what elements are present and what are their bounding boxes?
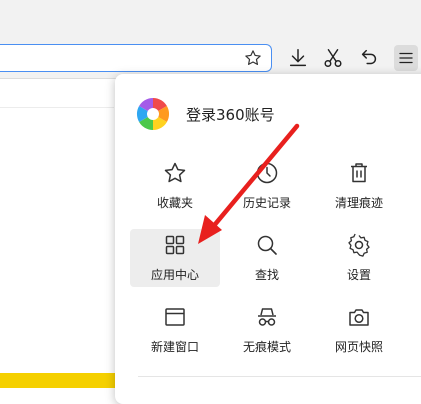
menu-item-incognito[interactable]: 无痕模式 (222, 301, 312, 359)
incognito-icon (258, 308, 276, 326)
page-divider (0, 107, 114, 108)
menu-item-app-center[interactable]: 应用中心 (130, 229, 220, 287)
menu-item-favorites[interactable]: 收藏夹 (130, 157, 220, 215)
menu-item-clear-traces[interactable]: 清理痕迹 (314, 157, 404, 215)
menu-item-new-window[interactable]: 新建窗口 (130, 301, 220, 359)
undo-icon[interactable] (358, 47, 380, 69)
menu-item-label: 清理痕迹 (334, 196, 383, 210)
camera-icon (349, 309, 369, 326)
star-icon (164, 162, 186, 183)
hamburger-icon (399, 52, 413, 64)
gear-icon (348, 233, 370, 257)
download-icon[interactable] (287, 47, 309, 69)
menu-item-label: 历史记录 (242, 196, 291, 210)
window-icon (165, 308, 185, 326)
menu-item-label: 设置 (346, 268, 371, 282)
menu-item-label: 无痕模式 (242, 340, 291, 354)
grid-icon (165, 235, 185, 255)
browser-logo-icon[interactable] (135, 96, 171, 132)
menu-item-find[interactable]: 查找 (222, 229, 312, 287)
menu-item-page-snapshot[interactable]: 网页快照 (314, 301, 404, 359)
trash-icon (351, 163, 367, 183)
main-menu-button[interactable] (394, 45, 418, 71)
menu-item-label: 网页快照 (334, 340, 383, 354)
search-icon (257, 235, 277, 255)
menu-item-label: 查找 (254, 268, 279, 282)
menu-item-history[interactable]: 历史记录 (222, 157, 312, 215)
login-account-link[interactable]: 登录360账号 (186, 104, 275, 125)
bookmark-star-icon[interactable] (244, 49, 262, 67)
menu-divider (138, 376, 421, 377)
clock-icon (256, 162, 278, 184)
tab-strip (0, 0, 421, 40)
menu-item-label: 收藏夹 (156, 196, 193, 210)
address-bar[interactable] (0, 44, 272, 72)
menu-item-settings[interactable]: 设置 (314, 229, 404, 287)
menu-item-label: 应用中心 (150, 268, 199, 282)
menu-item-label: 新建窗口 (150, 340, 199, 354)
screenshot-scissors-icon[interactable] (322, 47, 344, 69)
